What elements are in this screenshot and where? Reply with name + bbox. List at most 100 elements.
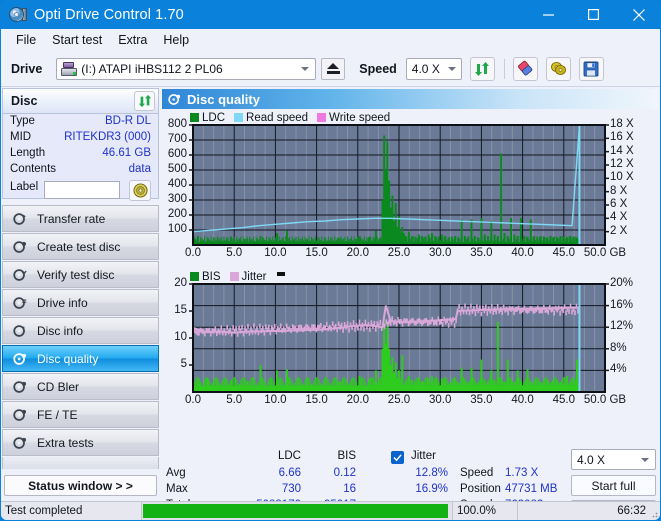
position-stat-label: Position — [460, 483, 501, 495]
disc-extra-icon — [10, 436, 30, 450]
stats-header-ldc: LDC — [277, 450, 301, 462]
stats-avg-jitter: 12.8% — [415, 467, 448, 479]
sidebar-item-label: Drive info — [37, 295, 88, 310]
legend-swatch-read-speed — [234, 113, 244, 122]
x-axis-tick: 45.0 — [552, 247, 575, 259]
legend-label-jitter: Jitter — [241, 270, 267, 283]
refresh-button[interactable] — [469, 56, 495, 81]
disc-length-value: 46.61 GB — [102, 147, 151, 159]
stats-max-jitter: 16.9% — [415, 483, 448, 495]
speed-select-value: 4.0 X — [411, 61, 440, 76]
y2-axis-tick: 16 X — [610, 131, 634, 144]
eject-button[interactable] — [321, 57, 346, 80]
menu-item-file[interactable]: File — [8, 31, 44, 50]
sidebar-item-fe-te[interactable]: FE / TE — [2, 401, 159, 428]
disc-label-input[interactable] — [44, 181, 120, 199]
x-axis-tick: 30.0 — [428, 247, 452, 259]
x-axis-tick: 25.0 — [387, 394, 411, 406]
refresh-icon — [475, 61, 490, 76]
title-bar: Opti Drive Control 1.70 — [0, 0, 661, 29]
save-button[interactable] — [578, 56, 604, 81]
menu-item-help[interactable]: Help — [155, 31, 197, 50]
disc-panel-header: Disc — [2, 88, 159, 113]
status-window-button[interactable]: Status window > > — [4, 475, 157, 496]
sidebar-item-extra-tests[interactable]: Extra tests — [2, 429, 159, 456]
nav-spacer — [2, 457, 159, 469]
progress-percent: 100.0% — [453, 502, 518, 520]
disc-contents-label: Contents — [10, 163, 57, 175]
progress-bar — [142, 502, 453, 520]
legend-marker — [277, 271, 286, 276]
minimize-icon[interactable] — [526, 0, 571, 29]
x-axis-tick: 5.0 — [226, 247, 243, 259]
disc-label-label: Label — [10, 181, 39, 193]
menu-item-extra[interactable]: Extra — [110, 31, 155, 50]
y2-axis-tick: 14 X — [610, 144, 634, 157]
sidebar-item-label: CD Bler — [37, 379, 80, 394]
sidebar-item-verify-test-disc[interactable]: Verify test disc — [2, 261, 159, 288]
disc-label-row: Label — [3, 180, 158, 203]
sidebar-item-transfer-rate[interactable]: Transfer rate — [2, 205, 159, 232]
disc-fete-icon — [10, 408, 30, 422]
start-full-label: Start full — [591, 478, 636, 493]
client-area: File Start test Extra Help Drive (I:) AT… — [1, 29, 660, 520]
speed-select[interactable]: 4.0 X — [405, 57, 462, 80]
eraser-button[interactable] — [512, 56, 538, 81]
menu-item-start-test[interactable]: Start test — [44, 31, 110, 50]
disc-type-value: BD-R DL — [104, 115, 151, 127]
x-axis-tick: 25.0 — [387, 247, 411, 259]
position-stat-value: 47731 MB — [505, 483, 558, 495]
y-axis-tick: 200 — [167, 208, 187, 220]
disc-info-row: Contents data — [3, 163, 158, 178]
disc-quality-icon — [10, 352, 30, 366]
x-axis-tick: 5.0 — [226, 394, 243, 406]
save-floppy-icon — [583, 61, 599, 76]
disc-quality-icon — [168, 93, 181, 106]
y-axis-tick: 400 — [167, 178, 187, 190]
status-bar: Test completed 100.0% 66:32 — [1, 501, 660, 520]
drive-select[interactable]: (I:) ATAPI iHBS112 2 PL06 — [56, 57, 317, 80]
page-title: Disc quality — [187, 91, 260, 107]
resize-grip-icon[interactable] — [648, 508, 658, 518]
start-full-button[interactable]: Start full — [571, 475, 656, 496]
sidebar-item-disc-info[interactable]: Disc info — [2, 317, 159, 344]
speed-label: Speed — [359, 61, 397, 76]
y2-axis-tick: 10 X — [610, 171, 634, 184]
close-icon[interactable] — [616, 0, 661, 29]
speed-stat-value: 1.73 X — [505, 467, 539, 479]
legend-swatch-jitter — [229, 272, 239, 281]
legend-label-write-speed: Write speed — [329, 111, 391, 124]
maximize-icon[interactable] — [571, 0, 616, 29]
disc-label-button[interactable] — [129, 180, 151, 201]
chart-bis-jitter: BIS Jitter 5 10 15 20 4% 8% 12% 16% 20% 0.0 5.0 10.… — [162, 270, 658, 407]
sidebar-item-disc-quality[interactable]: Disc quality — [2, 345, 159, 372]
sidebar-item-create-test-disc[interactable]: Create test disc — [2, 233, 159, 260]
sidebar-item-label: Verify test disc — [37, 267, 115, 282]
drive-icon — [61, 61, 78, 76]
y2-axis-tick: 20% — [610, 277, 634, 289]
menu-bar: File Start test Extra Help — [1, 29, 660, 51]
disc-refresh-button[interactable] — [134, 91, 155, 111]
y-axis-tick: 100 — [167, 223, 187, 235]
progress-bar-fill — [143, 504, 449, 518]
application-window: Opti Drive Control 1.70 File Start test … — [0, 0, 661, 521]
sidebar-item-label: Create test disc — [37, 239, 121, 254]
x-axis-tick: 0.0 — [185, 247, 201, 259]
disc-info-icon — [10, 296, 30, 310]
chart-ldc-readspeed: LDC Read speed Write speed 100 200 300 400 5… — [162, 111, 658, 260]
gold-disc-button[interactable] — [545, 56, 571, 81]
x-axis-tick: 15.0 — [305, 247, 328, 259]
y2-axis-tick: 2 X — [610, 224, 628, 237]
x-axis-tick: 40.0 — [511, 247, 534, 259]
chevron-down-icon — [301, 66, 310, 71]
x-axis-tick: 40.0 — [511, 394, 534, 406]
sidebar-item-drive-info[interactable]: Drive info — [2, 289, 159, 316]
y2-axis-tick: 8% — [610, 341, 627, 354]
disc-info-row: MID RITEKDR3 (000) — [3, 131, 158, 146]
refresh-icon — [138, 94, 151, 108]
jitter-checkbox[interactable] — [391, 451, 404, 464]
legend-label-read-speed: Read speed — [246, 111, 309, 124]
disc-info-icon — [10, 324, 30, 338]
sidebar-item-cd-bler[interactable]: CD Bler — [2, 373, 159, 400]
test-speed-select[interactable]: 4.0 X — [571, 449, 656, 470]
